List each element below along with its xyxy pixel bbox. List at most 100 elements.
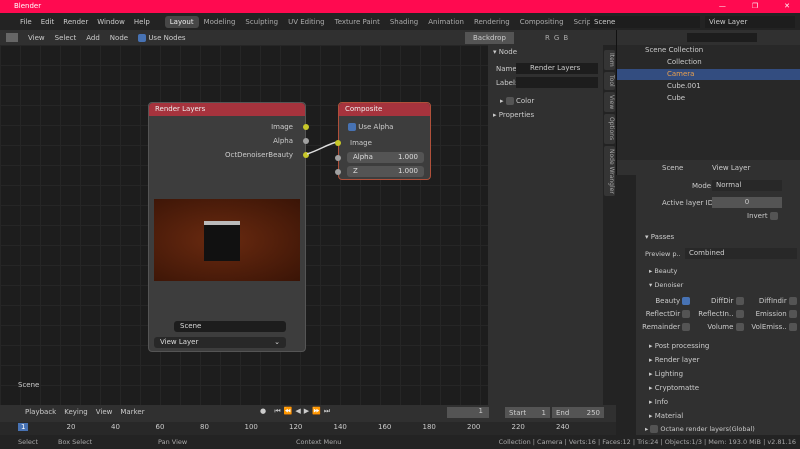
beauty-toggle[interactable]: ▸ Beauty [649, 267, 677, 275]
name-input[interactable]: Render Layers [516, 63, 598, 74]
node-editor-header: View Select Add Node Use Nodes Backdrop RGB [0, 30, 616, 45]
label-input[interactable] [516, 77, 598, 88]
scene-selector[interactable]: Scene [590, 15, 700, 28]
pass-checkbox[interactable]: Emission [744, 310, 797, 318]
z-field[interactable]: Z 1.000 [347, 166, 424, 177]
input-image-label: Image [350, 139, 372, 147]
tab-uv-editing[interactable]: UV Editing [283, 16, 330, 28]
input-alpha-socket[interactable] [335, 155, 341, 161]
menu-add[interactable]: Add [86, 34, 100, 42]
menu-view[interactable]: View [28, 34, 45, 42]
status-bar: Select Box Select Pan View Context Menu … [0, 435, 800, 449]
invert-checkbox[interactable]: Invert [747, 212, 778, 220]
pass-checkbox[interactable]: ReflectDir [637, 310, 691, 318]
sidebar-tabs: Item Tool View Options Node Wrangler [603, 45, 616, 405]
channel-r[interactable]: R [545, 34, 554, 42]
sidebar-node-panel: ▾ Node Name: Render Layers Label: ▸ Colo… [488, 45, 603, 405]
subpanel-toggle[interactable]: ▸ Info [649, 398, 709, 412]
node-editor-canvas[interactable]: Render Layers Image Alpha OctDenoiserBea… [0, 45, 488, 405]
tab-item[interactable]: Item [604, 50, 615, 70]
menu-edit[interactable]: Edit [41, 18, 55, 26]
menu-node[interactable]: Node [110, 34, 128, 42]
backdrop-button[interactable]: Backdrop [465, 31, 514, 44]
tab-tool[interactable]: Tool [604, 72, 615, 90]
channel-b[interactable]: B [563, 34, 572, 42]
tab-view[interactable]: View [604, 92, 615, 112]
mode-dropdown[interactable]: Normal [712, 180, 782, 191]
timeline-tick: 60 [155, 423, 165, 431]
editor-type-icon[interactable] [6, 33, 18, 42]
channel-g[interactable]: G [554, 34, 563, 42]
input-image-socket[interactable] [335, 140, 341, 146]
composite-header[interactable]: Composite [339, 103, 430, 116]
color-toggle[interactable]: ▸ Color [500, 97, 534, 105]
tab-sculpting[interactable]: Sculpting [240, 16, 283, 28]
pass-checkbox[interactable]: VolEmiss.. [744, 323, 797, 331]
subpanels: ▸ Post processing ▸ Render layer ▸ Lightin… [649, 342, 709, 426]
outliner-cube[interactable]: Cube [617, 93, 800, 104]
menu-select[interactable]: Select [55, 34, 77, 42]
subpanel-toggle[interactable]: ▸ Lighting [649, 370, 709, 384]
composite-node[interactable]: Composite Use Alpha Image Alpha 1.000 Z 1.… [335, 102, 431, 180]
menu-view-timeline[interactable]: View [96, 408, 113, 416]
outliner: Scene Collection Collection Camera Cube.… [616, 30, 800, 160]
outliner-camera[interactable]: Camera [617, 69, 800, 80]
preview-dropdown[interactable]: Combined [685, 248, 797, 259]
minimize-button[interactable]: — [719, 0, 726, 13]
timeline-tick: 220 [511, 423, 525, 431]
maximize-button[interactable]: ❐ [752, 0, 758, 13]
top-menu-bar: File Edit Render Window Help Layout Modeling S… [0, 13, 800, 30]
current-frame-field[interactable]: 1 [447, 407, 489, 418]
subpanel-toggle[interactable]: ▸ Material [649, 412, 709, 426]
denoiser-toggle[interactable]: ▾ Denoiser [649, 281, 683, 289]
pass-checkbox[interactable]: DiffIndir [744, 297, 797, 305]
properties-tabs[interactable] [616, 175, 636, 435]
passes-header[interactable]: ▾ Passes [645, 233, 674, 241]
close-button[interactable]: ✕ [784, 0, 790, 13]
tab-rendering[interactable]: Rendering [469, 16, 515, 28]
menu-render[interactable]: Render [63, 18, 88, 26]
subpanel-toggle[interactable]: ▸ Cryptomatte [649, 384, 709, 398]
menu-file[interactable]: File [20, 18, 32, 26]
use-nodes-checkbox[interactable]: Use Nodes [138, 33, 186, 42]
scene-collection[interactable]: Scene Collection [617, 45, 800, 56]
tab-options[interactable]: Options [604, 114, 615, 144]
pass-checkbox[interactable]: Remainder [637, 323, 691, 331]
denoiser-checks: Beauty DiffDir DiffIndir ReflectDir Refl… [637, 297, 797, 331]
start-frame-field[interactable]: Start 1 [505, 407, 550, 418]
properties-toggle[interactable]: ▸ Properties [493, 111, 534, 119]
tab-node-wrangler[interactable]: Node Wrangler [604, 146, 615, 196]
outliner-cube-001[interactable]: Cube.001 [617, 81, 800, 92]
tab-compositing[interactable]: Compositing [515, 16, 569, 28]
outliner-search[interactable] [687, 33, 757, 42]
alpha-field[interactable]: Alpha 1.000 [347, 152, 424, 163]
timeline-tick: 1 [18, 423, 29, 431]
pass-checkbox[interactable]: Beauty [637, 297, 691, 305]
input-z-socket[interactable] [335, 169, 341, 175]
menu-window[interactable]: Window [97, 18, 125, 26]
octane-layers-toggle[interactable]: ▸ Octane render layers(Global) [645, 425, 755, 433]
subpanel-toggle[interactable]: ▸ Render layer [649, 356, 709, 370]
menu-keying[interactable]: Keying [64, 408, 88, 416]
menu-playback[interactable]: Playback [25, 408, 56, 416]
use-alpha-checkbox[interactable]: Use Alpha [348, 123, 393, 131]
pass-checkbox[interactable]: DiffDir [690, 297, 744, 305]
menu-marker[interactable]: Marker [120, 408, 144, 416]
menu-help[interactable]: Help [134, 18, 150, 26]
playback-controls[interactable]: ● ⏮⏪◀▶⏩⏭ [260, 407, 333, 416]
tab-animation[interactable]: Animation [423, 16, 469, 28]
timeline-tick: 100 [244, 423, 258, 431]
subpanel-toggle[interactable]: ▸ Post processing [649, 342, 709, 356]
layer-id-field[interactable]: 0 [712, 197, 782, 208]
timeline-ruler[interactable]: 1 20 40 60 80 100 120 140 160 180 200 220 240 [0, 422, 616, 435]
tab-modeling[interactable]: Modeling [199, 16, 241, 28]
tab-texture-paint[interactable]: Texture Paint [330, 16, 385, 28]
tab-layout[interactable]: Layout [164, 15, 199, 28]
view-layer-selector[interactable]: View Layer [705, 15, 795, 28]
pass-checkbox[interactable]: Volume [690, 323, 744, 331]
node-section-header[interactable]: ▾ Node [493, 48, 517, 56]
end-frame-field[interactable]: End 250 [552, 407, 604, 418]
tab-shading[interactable]: Shading [385, 16, 423, 28]
pass-checkbox[interactable]: ReflectIn.. [690, 310, 744, 318]
outliner-collection[interactable]: Collection [617, 57, 800, 68]
